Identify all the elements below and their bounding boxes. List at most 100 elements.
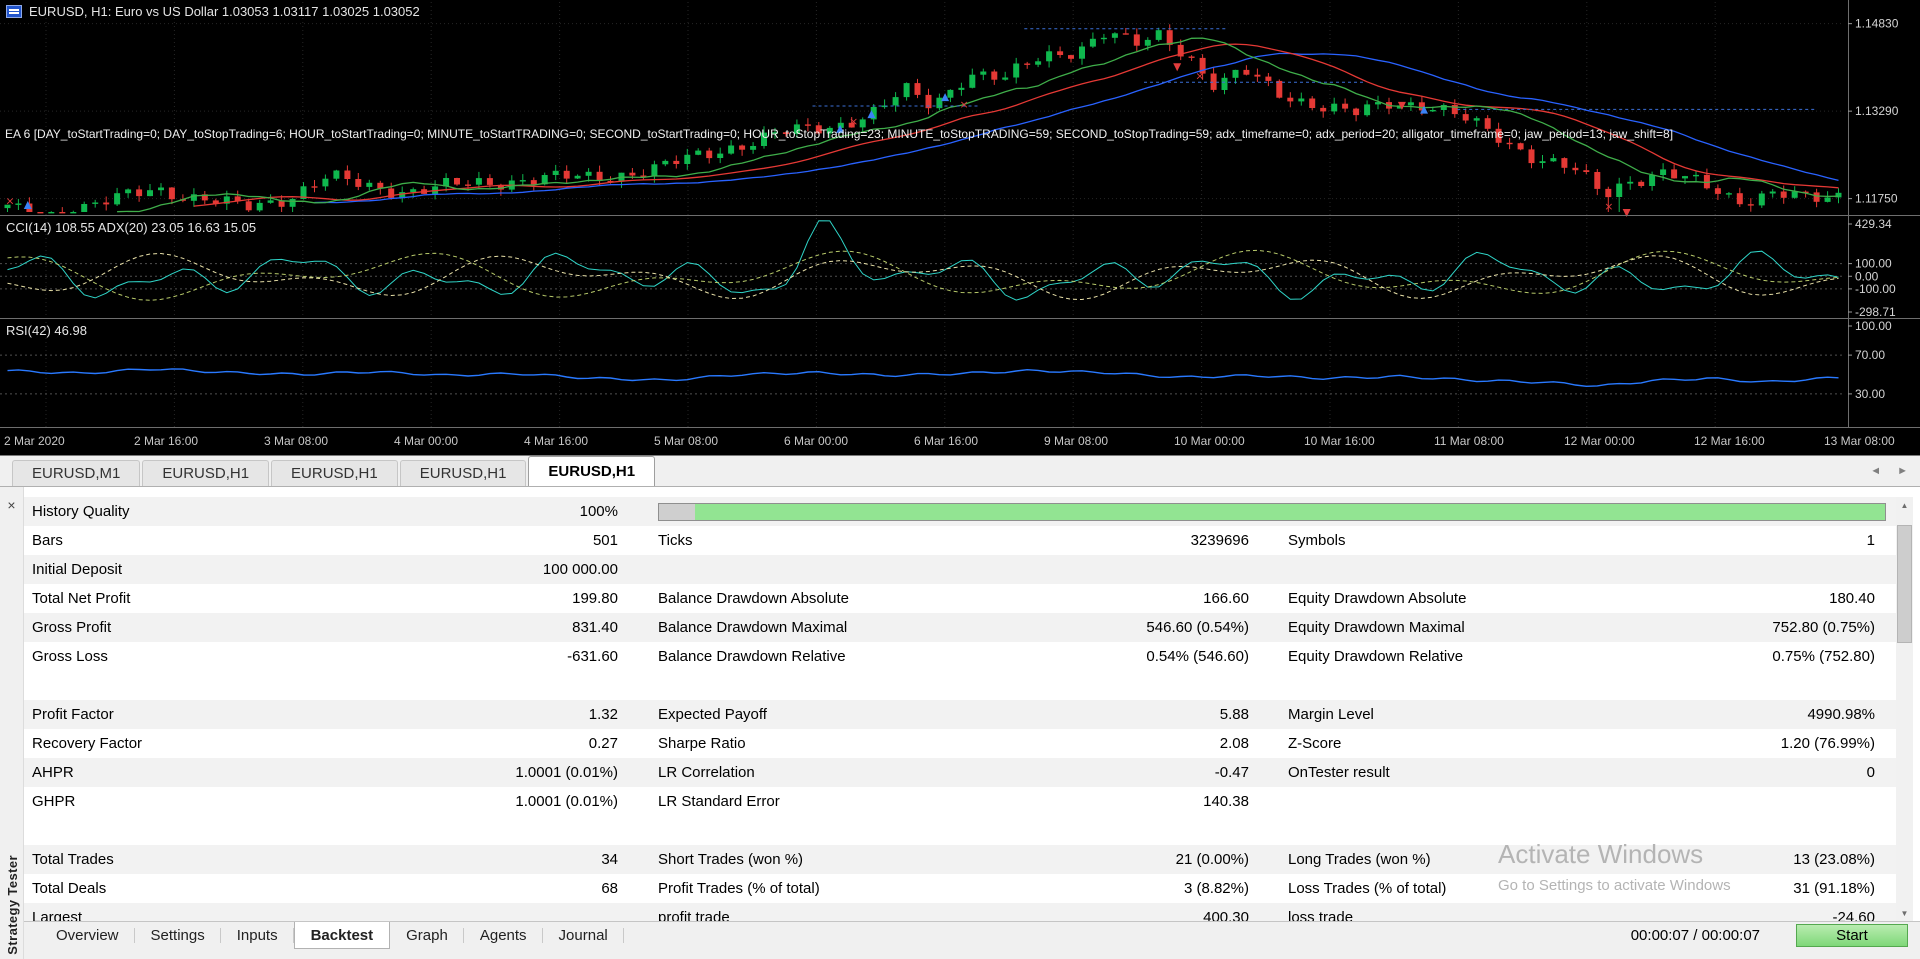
- table-row: Gross Profit 831.40 Balance Drawdown Maxim…: [24, 613, 1896, 642]
- scrollbar-thumb[interactable]: [1897, 525, 1912, 643]
- result-label: Z-Score: [1288, 735, 1342, 752]
- result-label: Initial Deposit: [32, 561, 123, 578]
- result-value: -631.60: [567, 648, 618, 665]
- chart-tab[interactable]: EURUSD,H1: [528, 456, 656, 486]
- table-row: GHPR 1.0001 (0.01%) LR Standard Error 140.3…: [24, 787, 1896, 816]
- result-label: History Quality: [32, 503, 130, 520]
- table-row: Initial Deposit 100 000.00: [24, 555, 1896, 584]
- result-label: Loss Trades (% of total): [1288, 880, 1447, 897]
- table-row: Total Deals 68 Profit Trades (% of total) 3…: [24, 874, 1896, 903]
- time-axis-label: 12 Mar 00:00: [1564, 434, 1635, 448]
- result-value: 546.60 (0.54%): [1146, 619, 1249, 636]
- result-value: 2.08: [1219, 735, 1249, 752]
- chart-panel: × × × × × 1.14830 1.13290 1.11750 429.34 100.00 0.…: [0, 0, 1920, 455]
- table-row: Total Trades 34 Short Trades (won %) 21 (0.…: [24, 845, 1896, 874]
- ea-comment: EA 6 [DAY_toStartTrading=0; DAY_toStopTr…: [5, 127, 1674, 141]
- mt5-window: × × × × × 1.14830 1.13290 1.11750 429.34 100.00 0.…: [0, 0, 1920, 959]
- chart-tab[interactable]: EURUSD,H1: [399, 460, 527, 486]
- result-label: Total Trades: [32, 851, 114, 868]
- tester-tab-backtest[interactable]: Backtest: [293, 922, 391, 949]
- chart-title: EURUSD, H1: Euro vs US Dollar 1.03053 1.…: [6, 4, 420, 19]
- table-row: Recovery Factor 0.27 Sharpe Ratio 2.08 Z-Sco…: [24, 729, 1896, 758]
- result-label: GHPR: [32, 793, 76, 810]
- tester-tab-journal[interactable]: Journal: [543, 922, 624, 949]
- scroll-up-icon[interactable]: ▲: [1896, 497, 1913, 513]
- result-value: 501: [592, 532, 618, 549]
- close-tester-button[interactable]: ×: [3, 496, 20, 513]
- result-value: 180.40: [1829, 590, 1875, 607]
- svg-text:×: ×: [1604, 200, 1613, 213]
- table-row: Largest profit trade 400.30 loss trade -24.6…: [24, 903, 1896, 921]
- result-label: Expected Payoff: [658, 706, 767, 723]
- chart-tab[interactable]: EURUSD,H1: [271, 460, 398, 486]
- start-button[interactable]: Start: [1796, 924, 1908, 947]
- result-value: 0.75% (752.80): [1772, 648, 1875, 665]
- rsi-indicator-label: RSI(42) 46.98: [6, 323, 87, 338]
- result-value: 68: [601, 880, 618, 897]
- svg-text:1.14830: 1.14830: [1855, 17, 1899, 31]
- result-value: 3 (8.82%): [1183, 880, 1249, 897]
- result-label: Profit Factor: [32, 706, 114, 723]
- tester-tab-graph[interactable]: Graph: [390, 922, 464, 949]
- tester-tab-inputs[interactable]: Inputs: [221, 922, 294, 949]
- table-row: Profit Factor 1.32 Expected Payoff 5.88 Marg…: [24, 700, 1896, 729]
- chart-window-icon: [6, 5, 22, 18]
- time-axis: 2 Mar 2020 2 Mar 16:00 3 Mar 08:00 4 Mar 00…: [0, 432, 1895, 454]
- result-label: Total Net Profit: [32, 590, 131, 607]
- result-label: Margin Level: [1288, 706, 1374, 723]
- svg-text:-100.00: -100.00: [1855, 282, 1896, 296]
- chart-tab[interactable]: EURUSD,M1: [12, 460, 141, 486]
- cci-indicator-label: CCI(14) 108.55 ADX(20) 23.05 16.63 15.05: [6, 220, 257, 235]
- time-axis-label: 3 Mar 08:00: [264, 434, 329, 448]
- result-label: Total Deals: [32, 880, 107, 897]
- result-value: 1.20 (76.99%): [1780, 735, 1875, 752]
- chart-tab[interactable]: EURUSD,H1: [142, 460, 270, 486]
- table-row: Gross Loss -631.60 Balance Drawdown Relati…: [24, 642, 1896, 671]
- result-label: AHPR: [32, 764, 74, 781]
- time-axis-label: 13 Mar 08:00: [1824, 434, 1895, 448]
- result-label: Equity Drawdown Absolute: [1288, 590, 1467, 607]
- result-label: Largest: [32, 909, 83, 921]
- results-scrollbar[interactable]: ▲ ▼: [1896, 497, 1913, 921]
- price-chart-svg: ×××××1.148301.132901.11750429.34100.000.…: [0, 0, 1920, 428]
- strategy-tester-panel-title: Strategy Tester: [4, 855, 20, 955]
- result-label: OnTester result: [1288, 764, 1390, 781]
- result-value: 1: [1866, 532, 1875, 549]
- result-value: 5.88: [1219, 706, 1249, 723]
- svg-text:-298.71: -298.71: [1855, 305, 1896, 319]
- chart-title-text: EURUSD, H1: Euro vs US Dollar 1.03053 1.…: [29, 4, 420, 19]
- svg-text:30.00: 30.00: [1855, 387, 1885, 401]
- result-value: 831.40: [572, 619, 618, 636]
- result-value: 166.60: [1203, 590, 1249, 607]
- scroll-down-icon[interactable]: ▼: [1896, 905, 1913, 921]
- test-duration: 00:00:07 / 00:00:07: [1630, 927, 1760, 944]
- result-label: Recovery Factor: [32, 735, 143, 752]
- result-value: 0: [1866, 764, 1875, 781]
- tester-tab-settings[interactable]: Settings: [135, 922, 221, 949]
- tab-scroll-left-icon[interactable]: ◄: [1870, 465, 1881, 477]
- svg-text:×: ×: [849, 115, 858, 128]
- time-axis-label: 6 Mar 00:00: [784, 434, 849, 448]
- table-row: [24, 671, 1896, 700]
- table-row: Total Net Profit 199.80 Balance Drawdown A…: [24, 584, 1896, 613]
- svg-text:×: ×: [5, 194, 14, 207]
- svg-text:×: ×: [1195, 69, 1204, 82]
- strategy-tester-panel: × Strategy Tester History Quality 100% Bar…: [0, 487, 1920, 959]
- table-row: Bars 501 Ticks 3239696 Symbols 1: [24, 526, 1896, 555]
- result-value: 21 (0.00%): [1175, 851, 1249, 868]
- result-label: loss trade: [1288, 909, 1354, 921]
- result-label: Balance Drawdown Maximal: [658, 619, 848, 636]
- time-axis-label: 5 Mar 08:00: [654, 434, 719, 448]
- separators-layer: [0, 0, 1920, 428]
- result-label: LR Correlation: [658, 764, 755, 781]
- tab-scroll-right-icon[interactable]: ►: [1897, 465, 1908, 477]
- rsi-layer: [7, 368, 1839, 388]
- tester-bottom-strip: [24, 949, 1920, 959]
- tester-tab-agents[interactable]: Agents: [464, 922, 543, 949]
- tab-scroll-nav: ◄ ►: [1870, 465, 1908, 477]
- tester-tab-overview[interactable]: Overview: [40, 922, 135, 949]
- result-value: 1.32: [588, 706, 618, 723]
- result-label: Long Trades (won %): [1288, 851, 1431, 868]
- tester-side-strip: × Strategy Tester: [0, 487, 24, 959]
- time-axis-label: 4 Mar 00:00: [394, 434, 459, 448]
